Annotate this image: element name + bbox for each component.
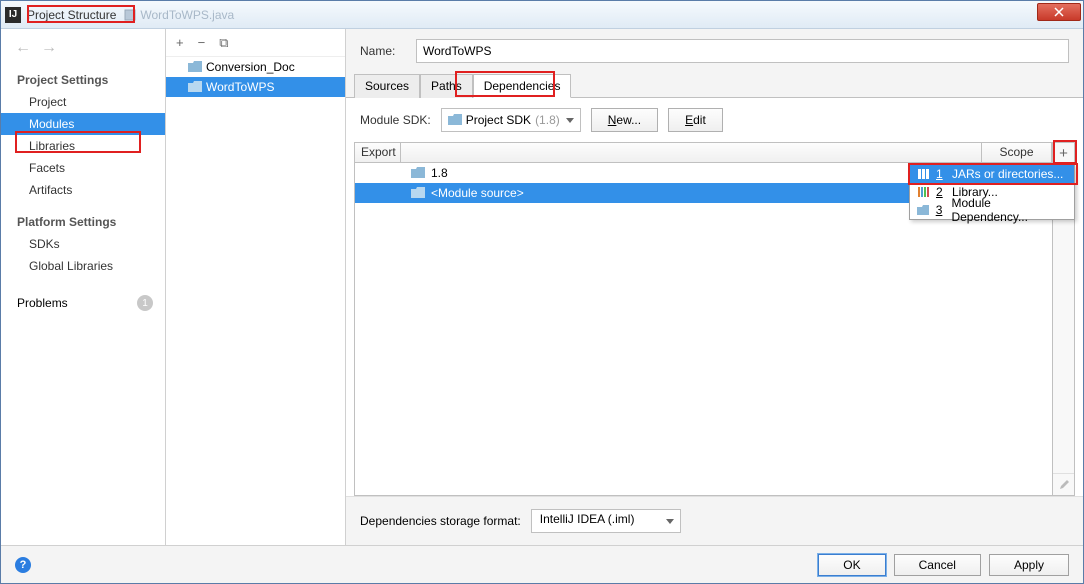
- popup-item-module-dep[interactable]: 3 Module Dependency...: [910, 201, 1074, 219]
- storage-value: IntelliJ IDEA (.iml): [540, 512, 635, 526]
- sdk-row: Module SDK: Project SDK (1.8) New... Edi…: [346, 108, 1083, 142]
- tree-toolbar: + − ⧉: [166, 29, 345, 57]
- name-row: Name:: [346, 29, 1083, 73]
- sidebar-item-project[interactable]: Project: [1, 91, 165, 113]
- new-sdk-button[interactable]: New...: [591, 108, 658, 132]
- sidebar-item-global-libraries[interactable]: Global Libraries: [1, 255, 165, 277]
- name-label: Name:: [360, 44, 404, 58]
- sdk-value-prefix: Project SDK: [466, 113, 531, 127]
- dependencies-body: Module SDK: Project SDK (1.8) New... Edi…: [346, 98, 1083, 545]
- jars-icon: [916, 167, 930, 181]
- module-tree-panel: + − ⧉ Conversion_Doc WordToWPS: [166, 29, 346, 545]
- sidebar-item-libraries[interactable]: Libraries: [1, 135, 165, 157]
- add-dependency-button[interactable]: +: [1053, 143, 1074, 165]
- forward-arrow-icon[interactable]: →: [41, 39, 57, 57]
- tabs-row: Sources Paths Dependencies: [346, 73, 1083, 98]
- storage-select[interactable]: IntelliJ IDEA (.iml): [531, 509, 681, 533]
- folder-icon: [411, 187, 425, 199]
- sdk-select[interactable]: Project SDK (1.8): [441, 108, 581, 132]
- sidebar-heading-platform: Platform Settings: [1, 209, 165, 233]
- tab-paths[interactable]: Paths: [420, 74, 473, 98]
- sidebar-item-artifacts[interactable]: Artifacts: [1, 179, 165, 201]
- cancel-button[interactable]: Cancel: [894, 554, 981, 576]
- sidebar-item-problems[interactable]: Problems 1: [1, 291, 165, 315]
- main-area: ← → Project Settings Project Modules Lib…: [1, 29, 1083, 545]
- storage-label: Dependencies storage format:: [360, 514, 521, 528]
- help-icon[interactable]: ?: [15, 557, 31, 573]
- problems-badge: 1: [137, 295, 153, 311]
- tree-item-conversion-doc[interactable]: Conversion_Doc: [166, 57, 345, 77]
- folder-icon: [448, 114, 462, 126]
- sidebar-item-modules[interactable]: Modules: [1, 113, 165, 135]
- popup-item-jars[interactable]: 1 JARs or directories...: [910, 165, 1074, 183]
- content-panel: Name: Sources Paths Dependencies Module …: [346, 29, 1083, 545]
- header-export: Export: [355, 143, 401, 162]
- edit-sdk-button[interactable]: Edit: [668, 108, 723, 132]
- tab-sources[interactable]: Sources: [354, 74, 420, 98]
- header-main: [401, 143, 982, 162]
- deps-row-label: <Module source>: [431, 186, 524, 200]
- apply-button[interactable]: Apply: [989, 554, 1069, 576]
- close-button[interactable]: [1037, 3, 1081, 21]
- background-tab-label: WordToWPS.java: [140, 8, 234, 22]
- window-title: Project Structure: [27, 8, 116, 22]
- nav-arrows: ← →: [1, 35, 165, 67]
- popup-label: Module Dependency...: [951, 196, 1068, 224]
- sidebar-item-sdks[interactable]: SDKs: [1, 233, 165, 255]
- background-tab: WordToWPS.java: [124, 8, 234, 22]
- deps-table-area: Export Scope 1.8 <Module source> +: [354, 142, 1075, 496]
- folder-icon: [411, 167, 425, 179]
- deps-table-header: Export Scope: [355, 143, 1052, 163]
- folder-icon: [188, 81, 202, 93]
- popup-num: 2: [936, 185, 946, 199]
- add-icon[interactable]: +: [176, 35, 184, 50]
- footer: ? OK Cancel Apply: [1, 545, 1083, 583]
- deps-row-label: 1.8: [431, 166, 448, 180]
- copy-icon[interactable]: ⧉: [219, 35, 228, 51]
- module-icon: [916, 203, 930, 217]
- add-dependency-popup: 1 JARs or directories... 2 Library... 3 …: [909, 164, 1075, 220]
- popup-label: JARs or directories...: [952, 167, 1063, 181]
- header-scope: Scope: [982, 143, 1052, 162]
- titlebar: IJ Project Structure WordToWPS.java: [1, 1, 1083, 29]
- storage-row: Dependencies storage format: IntelliJ ID…: [346, 496, 1083, 545]
- popup-num: 1: [936, 167, 946, 181]
- tree-item-label: Conversion_Doc: [206, 60, 295, 74]
- tree-item-wordtowps[interactable]: WordToWPS: [166, 77, 345, 97]
- module-name-input[interactable]: [416, 39, 1069, 63]
- sdk-value-suffix: (1.8): [535, 113, 560, 127]
- problems-label: Problems: [17, 296, 68, 310]
- library-icon: [916, 185, 930, 199]
- sdk-label: Module SDK:: [360, 113, 431, 127]
- popup-num: 3: [936, 203, 946, 217]
- folder-icon: [188, 61, 202, 73]
- sidebar-item-facets[interactable]: Facets: [1, 157, 165, 179]
- back-arrow-icon[interactable]: ←: [15, 39, 31, 57]
- tab-dependencies[interactable]: Dependencies: [473, 74, 572, 98]
- sidebar-heading-project: Project Settings: [1, 67, 165, 91]
- ok-button[interactable]: OK: [818, 554, 885, 576]
- edit-icon[interactable]: [1053, 473, 1074, 495]
- app-icon: IJ: [5, 7, 21, 23]
- remove-icon[interactable]: −: [198, 35, 206, 50]
- tree-item-label: WordToWPS: [206, 80, 274, 94]
- sidebar: ← → Project Settings Project Modules Lib…: [1, 29, 166, 545]
